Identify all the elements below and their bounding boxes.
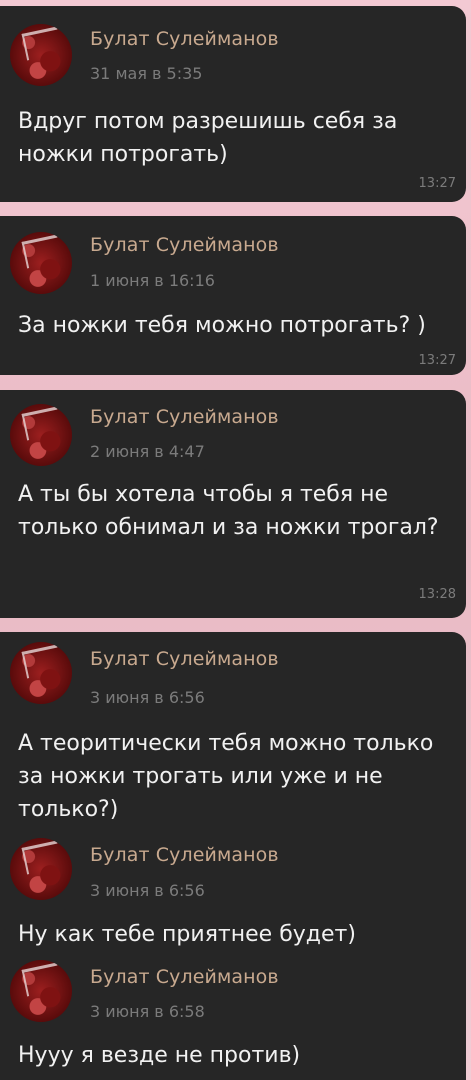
- avatar[interactable]: [10, 838, 72, 900]
- author-name[interactable]: Булат Сулейманов: [90, 966, 279, 988]
- author-name[interactable]: Булат Сулейманов: [90, 28, 279, 50]
- author-name[interactable]: Булат Сулейманов: [90, 648, 279, 670]
- message-text: Ну как тебе приятнее будет): [18, 922, 356, 947]
- message-text: А ты бы хотела чтобы я тебя не только об…: [18, 482, 439, 540]
- message-date: 3 июня в 6:56: [90, 881, 205, 900]
- message-time: 13:27: [418, 353, 456, 368]
- message-card: Булат Сулейманов 3 июня в 6:56 А теорити…: [0, 632, 466, 1080]
- author-name[interactable]: Булат Сулейманов: [90, 406, 279, 428]
- message-card: Булат Сулейманов 2 июня в 4:47 А ты бы х…: [0, 390, 466, 618]
- message-card: Булат Сулейманов 1 июня в 16:16 За ножки…: [0, 216, 466, 375]
- message-date: 3 июня в 6:58: [90, 1002, 205, 1021]
- message-date: 31 мая в 5:35: [90, 64, 203, 83]
- avatar[interactable]: [10, 404, 72, 466]
- message-date: 2 июня в 4:47: [90, 442, 205, 461]
- message-text: За ножки тебя можно потрогать? ): [18, 313, 426, 338]
- message-text: Вдруг потом разрешишь себя за ножки потр…: [18, 109, 398, 167]
- author-name[interactable]: Булат Сулейманов: [90, 844, 279, 866]
- message-time: 13:28: [418, 587, 456, 602]
- avatar[interactable]: [10, 232, 72, 294]
- message-time: 13:27: [418, 176, 456, 191]
- author-name[interactable]: Булат Сулейманов: [90, 234, 279, 256]
- message-date: 1 июня в 16:16: [90, 271, 215, 290]
- message-card: Булат Сулейманов 31 мая в 5:35 Вдруг пот…: [0, 6, 466, 202]
- message-date: 3 июня в 6:56: [90, 688, 205, 707]
- avatar[interactable]: [10, 24, 72, 86]
- avatar[interactable]: [10, 642, 72, 704]
- message-text: Нууу я везде не против): [18, 1043, 301, 1068]
- message-text: А теоритически тебя можно только за ножк…: [18, 731, 434, 822]
- avatar[interactable]: [10, 960, 72, 1022]
